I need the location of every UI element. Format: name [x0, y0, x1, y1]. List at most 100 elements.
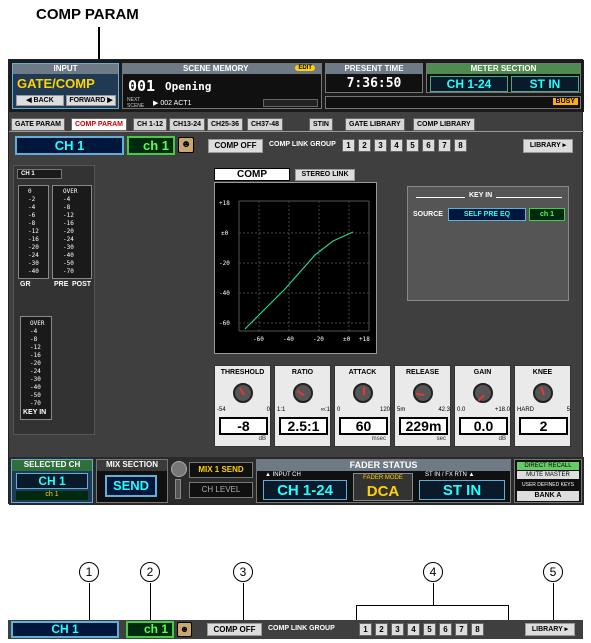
knob-pointer [415, 392, 425, 396]
send-button[interactable]: SEND [105, 475, 157, 497]
link-group-8-button[interactable]: 8 [454, 139, 467, 152]
tab-comp-library[interactable]: COMP LIBRARY [413, 118, 475, 131]
bank-button[interactable]: BANK A [517, 491, 579, 501]
threshold-control[interactable]: THRESHOLD -54 0 -8 dB [214, 365, 271, 447]
busy-indicator: BUSY [552, 98, 578, 105]
tab-ch-1-12[interactable]: CH 1-12 [133, 118, 168, 131]
strip-channel-name[interactable]: ch 1 [126, 621, 174, 638]
pre-scale-tick: -50 [63, 260, 74, 267]
key-scale-tick: -30 [30, 376, 41, 383]
attack-knob[interactable] [353, 383, 373, 403]
knee-value[interactable]: 2 [519, 417, 568, 435]
mix-send-button[interactable]: MIX 1 SEND [189, 462, 253, 478]
strip-link-8-button[interactable]: 8 [471, 623, 484, 636]
knob-pointer [239, 387, 245, 396]
tab-stin[interactable]: STIN [309, 118, 333, 131]
input-ch-button[interactable]: CH 1-24 [263, 480, 347, 500]
callout-4-bracket-left [356, 605, 357, 620]
source-label: SOURCE [413, 211, 443, 218]
forward-button[interactable]: FORWARD ▶ [66, 95, 116, 106]
link-group-3-button[interactable]: 3 [374, 139, 387, 152]
gain-knob[interactable] [473, 383, 493, 403]
attack-unit: msec [371, 436, 386, 442]
ch-level-button[interactable]: CH LEVEL [189, 482, 253, 498]
knob-pointer [477, 394, 485, 402]
strip-channel-select[interactable]: CH 1 [11, 621, 119, 638]
attack-value[interactable]: 60 [339, 417, 388, 435]
knee-control[interactable]: KNEE HARD 5 2 [514, 365, 571, 447]
key-scale-tick: -8 [30, 336, 38, 343]
threshold-title: THRESHOLD [220, 369, 265, 376]
y-tick: +18 [219, 200, 230, 207]
channel-name[interactable]: ch 1 [127, 136, 175, 155]
release-control[interactable]: RELEASE 5m 42.3 229m sec [394, 365, 451, 447]
ratio-knob[interactable] [293, 383, 313, 403]
tab-ch-13-24[interactable]: CH13-24 [169, 118, 206, 131]
scene-header: SCENE MEMORY [123, 64, 321, 74]
threshold-knob[interactable] [233, 383, 253, 403]
direct-recall-button[interactable]: DIRECT RECALL [517, 462, 579, 470]
st-in-button[interactable]: ST IN [419, 480, 505, 500]
channel-select[interactable]: CH 1 [15, 136, 124, 155]
pre-post-meter: OVER -4 -8 -12 -16 -20 -24 -30 -40 -50 -70 [52, 185, 92, 279]
tab-ch-37-48[interactable]: CH37-48 [247, 118, 284, 131]
release-knob[interactable] [413, 383, 433, 403]
tab-ch-25-36[interactable]: CH25-36 [207, 118, 244, 131]
stereo-link-button[interactable]: STEREO LINK [295, 169, 355, 181]
tab-comp-param[interactable]: COMP PARAM [71, 118, 127, 131]
strip-link-7-button[interactable]: 7 [455, 623, 468, 636]
channel-icon[interactable]: ☻ [178, 137, 194, 153]
range-max: 5 [566, 407, 570, 413]
tab-gate-param[interactable]: GATE PARAM [11, 118, 66, 131]
link-group-7-button[interactable]: 7 [438, 139, 451, 152]
mute-master-button[interactable]: MUTE MASTER [517, 471, 579, 479]
library-button[interactable]: LIBRARY ▸ [523, 139, 573, 153]
tab-gate-library[interactable]: GATE LIBRARY [345, 118, 405, 131]
range-max: 42.3 [438, 407, 450, 413]
link-group-4-button[interactable]: 4 [390, 139, 403, 152]
zoomed-control-strip: CH 1 ch 1 ☻ COMP OFF COMP LINK GROUP 1 2… [8, 620, 583, 639]
encoder-knob-icon[interactable] [171, 461, 187, 477]
key-in-channel[interactable]: ch 1 [529, 208, 565, 221]
comp-off-button[interactable]: COMP OFF [208, 139, 263, 153]
meter-st-in-button[interactable]: ST IN [511, 76, 579, 92]
strip-comp-off-button[interactable]: COMP OFF [207, 623, 262, 636]
back-button[interactable]: ◀ BACK [16, 95, 64, 106]
ratio-control[interactable]: RATIO 1:1 ∞:1 2.5:1 [274, 365, 331, 447]
key-in-meter: OVER -4 -8 -12 -16 -20 -24 -30 -40 -50 -70 KEY IN [20, 316, 52, 420]
link-group-5-button[interactable]: 5 [406, 139, 419, 152]
y-tick: -60 [219, 320, 230, 327]
strip-link-1-button[interactable]: 1 [359, 623, 372, 636]
strip-link-6-button[interactable]: 6 [439, 623, 452, 636]
strip-link-5-button[interactable]: 5 [423, 623, 436, 636]
meter-section-block: METER SECTION CH 1-24 ST IN [426, 63, 581, 93]
callout-5: 5 [543, 562, 563, 582]
link-group-1-button[interactable]: 1 [342, 139, 355, 152]
range-max: 120 [379, 407, 390, 413]
strip-link-4-button[interactable]: 4 [407, 623, 420, 636]
strip-link-2-button[interactable]: 2 [375, 623, 388, 636]
strip-link-3-button[interactable]: 3 [391, 623, 404, 636]
next-scene[interactable]: ▶ 002 ACT1 [153, 99, 191, 107]
fader-mode-value[interactable]: DCA [354, 483, 412, 500]
input-ch-label: ▲ INPUT CH [265, 472, 301, 478]
gain-control[interactable]: GAIN 0.0 +18.0 0.0 dB [454, 365, 511, 447]
link-group-2-button[interactable]: 2 [358, 139, 371, 152]
strip-channel-icon[interactable]: ☻ [177, 622, 192, 637]
strip-library-button[interactable]: LIBRARY ▸ [525, 623, 575, 636]
scene-memory-block: SCENE MEMORY EDIT 001 Opening NEXT SCENE… [122, 63, 322, 109]
release-value[interactable]: 229m [399, 417, 448, 435]
selected-ch[interactable]: CH 1 [16, 473, 88, 489]
callout-4-bracket [356, 605, 509, 606]
key-in-source-select[interactable]: SELF PRE EQ [448, 208, 526, 221]
ratio-value[interactable]: 2.5:1 [279, 417, 328, 435]
pre-scale-tick: -8 [63, 204, 71, 211]
knee-knob[interactable] [533, 383, 553, 403]
meter-ch-range-button[interactable]: CH 1-24 [430, 76, 508, 92]
fader-status-header: FADER STATUS [257, 460, 510, 471]
attack-control[interactable]: ATTACK 0 120 60 msec [334, 365, 391, 447]
gain-value[interactable]: 0.0 [459, 417, 508, 435]
top-status-bar: INPUT GATE/COMP ◀ BACK FORWARD ▶ SCENE M… [9, 60, 584, 112]
threshold-value[interactable]: -8 [219, 417, 268, 435]
link-group-6-button[interactable]: 6 [422, 139, 435, 152]
